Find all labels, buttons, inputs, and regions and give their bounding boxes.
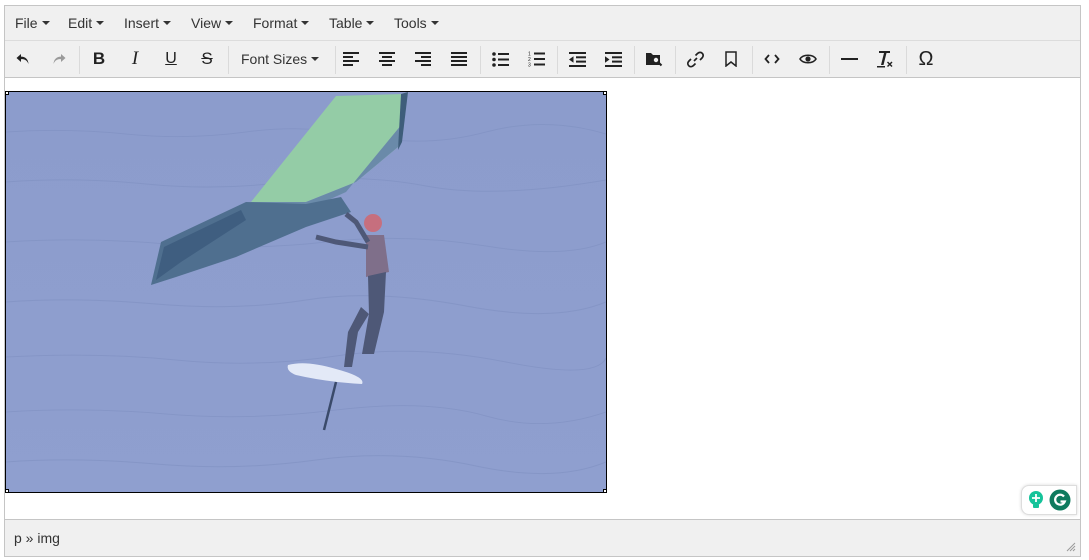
toolbar-separator [752, 46, 753, 74]
embedded-image[interactable] [5, 91, 607, 493]
menu-tools-label: Tools [394, 15, 427, 31]
bullet-list-icon [491, 51, 509, 67]
rich-text-editor: File Edit Insert View Format Table Tools… [4, 5, 1081, 557]
svg-text:3: 3 [528, 63, 531, 68]
menu-tools[interactable]: Tools [394, 6, 439, 41]
lightbulb-icon [1028, 491, 1043, 508]
element-path[interactable]: p » img [14, 520, 60, 556]
menu-insert[interactable]: Insert [124, 6, 172, 41]
menu-insert-label: Insert [124, 15, 160, 31]
align-center-button[interactable] [372, 44, 402, 74]
redo-icon [53, 54, 66, 64]
underline-button[interactable]: U [156, 44, 186, 74]
source-code-button[interactable] [757, 44, 787, 74]
align-left-icon [343, 52, 359, 66]
font-sizes-dropdown[interactable]: Font Sizes [233, 44, 327, 74]
bookmark-icon [725, 51, 737, 67]
special-character-button[interactable]: Ω [911, 44, 941, 74]
menu-format[interactable]: Format [253, 6, 310, 41]
caret-down-icon [301, 21, 310, 26]
underline-icon: U [165, 50, 177, 67]
toolbar-separator [557, 46, 558, 74]
caret-down-icon [163, 21, 172, 26]
toolbar-separator [675, 46, 676, 74]
redo-button[interactable] [44, 44, 74, 74]
link-icon [686, 51, 704, 68]
grammarly-widget[interactable] [1021, 485, 1077, 515]
search-replace-button[interactable] [639, 44, 669, 74]
resize-handle-top-right[interactable] [603, 92, 606, 95]
toolbar-separator [634, 46, 635, 74]
indent-icon [604, 51, 622, 67]
omega-icon: Ω [918, 47, 934, 70]
resize-grip-icon[interactable] [1066, 542, 1076, 552]
horizontal-rule-icon [840, 58, 858, 60]
undo-button[interactable] [8, 44, 38, 74]
strikethrough-button[interactable]: S [192, 44, 222, 74]
bookmark-button[interactable] [716, 44, 746, 74]
menu-file[interactable]: File [15, 6, 50, 41]
font-sizes-label: Font Sizes [241, 51, 308, 67]
align-justify-icon [451, 52, 467, 66]
menu-view[interactable]: View [191, 6, 234, 41]
statusbar: p » img [5, 519, 1080, 556]
wing-foil-photo [6, 92, 606, 492]
caret-down-icon [311, 57, 320, 62]
numbered-list-button[interactable]: 123 [521, 44, 551, 74]
toolbar-separator [79, 46, 80, 74]
toolbar-separator [480, 46, 481, 74]
editor-content[interactable] [5, 78, 1080, 521]
horizontal-rule-button[interactable] [834, 44, 864, 74]
bullet-list-button[interactable] [485, 44, 515, 74]
align-right-button[interactable] [408, 44, 438, 74]
menu-file-label: File [15, 15, 38, 31]
undo-icon [16, 54, 29, 64]
toolbar-separator [228, 46, 229, 74]
folder-search-icon [646, 53, 663, 67]
align-justify-button[interactable] [444, 44, 474, 74]
grammarly-logo-icon [1049, 489, 1071, 511]
outdent-button[interactable] [562, 44, 592, 74]
preview-button[interactable] [793, 44, 823, 74]
link-button[interactable] [680, 44, 710, 74]
numbered-list-icon: 123 [528, 52, 545, 68]
toolbar-separator [829, 46, 830, 74]
menu-view-label: View [191, 15, 222, 31]
strikethrough-icon: S [201, 49, 213, 68]
menu-table-label: Table [329, 15, 363, 31]
menu-format-label: Format [253, 15, 298, 31]
bold-icon: B [92, 49, 106, 68]
align-left-button[interactable] [336, 44, 366, 74]
resize-handle-top-left[interactable] [6, 92, 9, 95]
bold-button[interactable]: B [84, 44, 114, 74]
caret-down-icon [225, 21, 234, 26]
toolbar-separator [906, 46, 907, 74]
menu-edit-label: Edit [68, 15, 93, 31]
caret-down-icon [430, 21, 439, 26]
italic-icon: I [131, 48, 139, 69]
menu-table[interactable]: Table [329, 6, 375, 41]
resize-handle-bottom-right[interactable] [603, 489, 606, 492]
menubar: File Edit Insert View Format Table Tools [5, 6, 1080, 41]
resize-handle-bottom-left[interactable] [6, 489, 9, 492]
caret-down-icon [366, 21, 375, 26]
menu-edit[interactable]: Edit [68, 6, 105, 41]
outdent-icon [568, 51, 586, 67]
caret-down-icon [41, 21, 50, 26]
code-icon [764, 54, 780, 64]
align-center-icon [379, 52, 395, 66]
toolbar: B I U S Font Sizes 123 Ω [5, 41, 1080, 78]
clear-formatting-button[interactable] [870, 44, 900, 74]
eye-icon [799, 54, 817, 64]
indent-button[interactable] [598, 44, 628, 74]
caret-down-icon [96, 21, 105, 26]
italic-button[interactable]: I [120, 44, 150, 74]
clear-formatting-icon [877, 51, 893, 68]
align-right-icon [415, 52, 431, 66]
